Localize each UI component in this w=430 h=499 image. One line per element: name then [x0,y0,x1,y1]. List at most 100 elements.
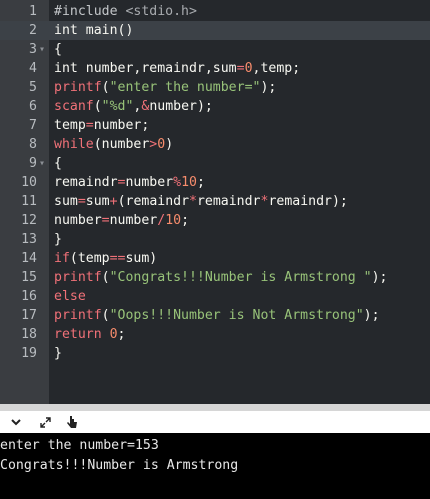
code-token: 0 [109,327,118,342]
code-token: ); [260,80,277,95]
line-number: 5 [29,80,37,95]
line-number: 2 [29,23,37,38]
code-line[interactable]: 10 remaindr=number%10; [0,173,430,192]
code-line[interactable]: 7 temp=number; [0,116,430,135]
code-line[interactable]: 1 #include <stdio.h> [0,2,430,21]
fold-toggle-icon[interactable]: ▾ [39,40,45,59]
code-text: if(temp==sum) [54,249,157,268]
pointer-icon[interactable] [64,414,80,430]
code-token: } [54,232,62,247]
code-token: sum [85,194,110,209]
code-text: return 0; [54,325,125,344]
code-token: ,temp; [252,61,301,76]
code-token: temp [54,118,86,133]
code-line[interactable]: 4 int number,remaindr,sum=0,temp; [0,59,430,78]
code-token: remaindr); [268,194,348,209]
expand-icon[interactable] [37,414,53,430]
code-token: sum [54,194,78,209]
code-line[interactable]: 13} [0,230,430,249]
code-token: number [109,213,158,228]
code-token: number; [93,118,150,133]
code-token: ( [101,308,110,323]
line-number: 19 [21,346,37,361]
code-token: ; [196,175,205,190]
code-token: 10 [165,213,182,228]
code-token: ( [93,99,102,114]
line-number: 11 [21,194,37,209]
code-token: 0 [157,137,166,152]
code-text: } [54,344,62,363]
code-token: / [157,213,166,228]
code-line[interactable]: 3 ▾ { [0,40,430,59]
line-number: 14 [21,251,37,266]
code-token: remaindr [196,194,261,209]
code-text: temp=number; [54,116,149,135]
code-line[interactable]: 11 sum=sum+(remaindr*remaindr*remaindr); [0,192,430,211]
code-token: int main() [54,23,134,38]
code-line[interactable]: 19} [0,344,430,363]
output-console: enter the number=153 Congrats!!!Number i… [0,433,430,499]
code-token: <stdio.h> [125,4,197,19]
code-line[interactable]: 18 return 0; [0,325,430,344]
console-line: Congrats!!!Number is Armstrong [0,458,239,473]
code-token: { [54,156,62,171]
code-editor[interactable]: 1 #include <stdio.h> 2 int main() 3 ▾{4 int nu… [0,0,430,411]
code-token: == [109,251,126,266]
code-line[interactable]: 12 number=number/10; [0,211,430,230]
code-text: scanf("%d",&number); [54,97,213,116]
fold-toggle-icon[interactable]: ▾ [39,154,45,173]
code-text: else [54,287,86,306]
code-token: } [54,346,62,361]
line-number: 7 [29,118,37,133]
code-text: printf("Congrats!!!Number is Armstrong "… [54,268,388,287]
line-number: 15 [21,270,37,285]
code-token: return [54,327,110,342]
line-number: 18 [21,327,37,342]
code-token: % [173,175,182,190]
code-token: { [54,42,62,57]
code-text: sum=sum+(remaindr*remaindr*remaindr); [54,192,348,211]
code-line[interactable]: 14 if(temp==sum) [0,249,430,268]
code-token: number [125,175,174,190]
code-token: = [236,61,245,76]
code-line[interactable]: 5 printf("enter the number="); [0,78,430,97]
panel-splitter[interactable] [0,404,430,411]
chevron-down-icon[interactable] [8,414,24,430]
code-lines[interactable]: 1 #include <stdio.h> 2 int main() 3 ▾{4 int nu… [0,2,430,363]
code-line[interactable]: 8 while(number>0) [0,135,430,154]
code-token: "enter the number=" [109,80,261,95]
line-number: 9 [29,156,37,171]
code-token: (temp [69,251,110,266]
code-line[interactable]: 9 ▾ { [0,154,430,173]
code-token: "%d" [101,99,134,114]
code-token: printf [54,80,102,95]
code-token: + [109,194,118,209]
code-text: { [54,40,62,59]
code-token: if [54,251,70,266]
code-token: printf [54,308,102,323]
line-number: 10 [21,175,37,190]
line-number: 1 [29,4,37,19]
code-token: ; [181,213,190,228]
code-line[interactable]: 6 scanf("%d",&number); [0,97,430,116]
code-token: ); [371,270,388,285]
code-token: ( [101,80,110,95]
code-token: * [189,194,197,209]
code-token: = [85,118,94,133]
console-line: enter the number=153 [0,438,159,453]
code-token: = [77,194,86,209]
line-number: 6 [29,99,37,114]
code-line[interactable]: 15 printf("Congrats!!!Number is Armstrong… [0,268,430,287]
code-token: printf [54,270,102,285]
code-text: { [54,154,62,173]
code-text: printf("Oops!!!Number is Not Armstrong")… [54,306,380,325]
code-line[interactable]: 2 int main() [0,21,430,40]
code-token: number [54,213,102,228]
line-number: 13 [21,232,37,247]
line-number: 8 [29,137,37,152]
code-token: ; [117,327,126,342]
code-line[interactable]: 16 else [0,287,430,306]
code-token: while [54,137,94,152]
code-line[interactable]: 17 printf("Oops!!!Number is Not Armstrong… [0,306,430,325]
code-text: int main() [54,21,133,40]
